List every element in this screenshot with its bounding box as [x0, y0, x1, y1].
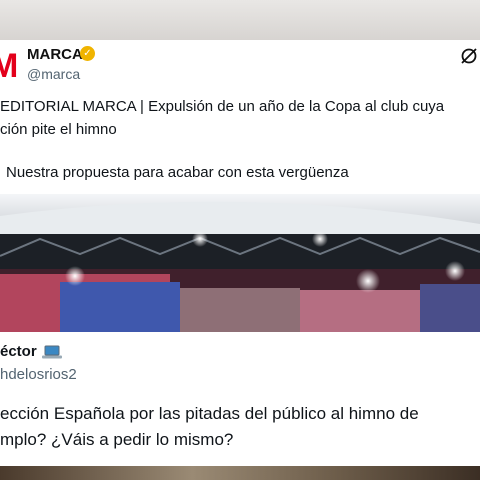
reply-text-line-1: ección Española por las pitadas del públ…	[0, 404, 419, 423]
account-name[interactable]: MARCA	[27, 46, 83, 63]
stadium-photo[interactable]	[0, 194, 480, 332]
video-frame-top	[0, 0, 480, 40]
reply-author-name[interactable]: éctor	[0, 343, 37, 360]
post-text-line-2: ción pite el himno	[0, 121, 117, 138]
x-logo-icon	[461, 48, 477, 64]
video-frame-bottom	[0, 466, 480, 480]
laptop-icon	[42, 345, 62, 359]
reply-author-handle[interactable]: hdelosrios2	[0, 366, 77, 383]
reply-text-line-2: mplo? ¿Váis a pedir lo mismo?	[0, 430, 234, 449]
marca-logo: M	[0, 47, 19, 85]
account-handle[interactable]: @marca	[27, 66, 80, 82]
post-text-line-1: EDITORIAL MARCA | Expulsión de un año de…	[0, 98, 445, 115]
verified-badge-icon: ✓	[80, 46, 95, 61]
post-text-line-3: Nuestra propuesta para acabar con esta v…	[6, 164, 349, 181]
